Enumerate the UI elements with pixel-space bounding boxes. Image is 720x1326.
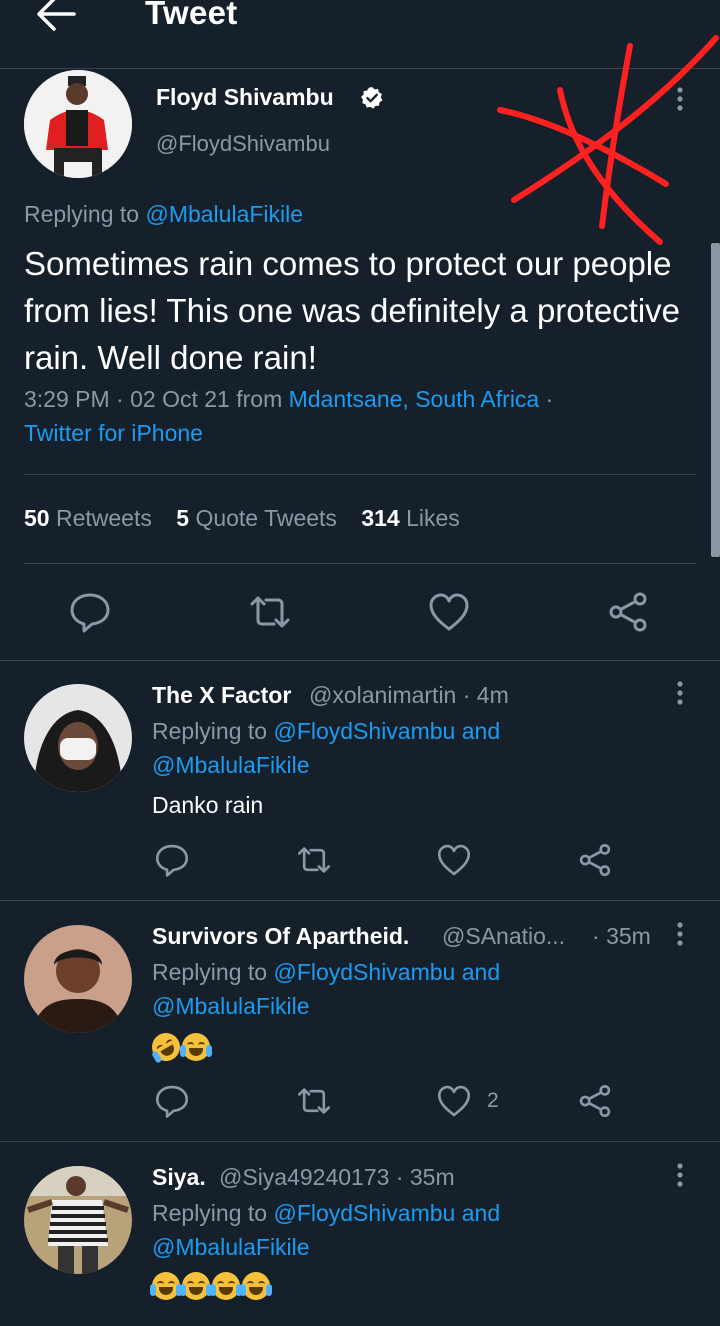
- retweet-icon[interactable]: [248, 590, 292, 634]
- likes-count: 314: [361, 505, 400, 531]
- replying-prefix: Replying to: [152, 959, 268, 985]
- header-divider: [0, 68, 720, 69]
- quotes-count: 5: [176, 505, 190, 531]
- reply-time: 35m: [606, 923, 651, 949]
- tears-of-joy-emoji: [180, 1033, 212, 1061]
- replying-to-link[interactable]: @MbalulaFikile: [152, 752, 310, 778]
- reply-avatar[interactable]: [24, 1166, 132, 1274]
- reply-handle-time: @Siya49240173 · 35m: [219, 1164, 455, 1190]
- more-options-icon[interactable]: [675, 86, 685, 112]
- reply-replying-to: Replying to @FloydShivambu and @MbalulaF…: [152, 1196, 572, 1264]
- retweets-count: 50: [24, 505, 50, 531]
- reply-time-wrap: · 35m: [592, 923, 651, 949]
- retweets-label: Retweets: [55, 505, 152, 531]
- location-link[interactable]: Mdantsane, South Africa: [289, 386, 540, 412]
- reply-time: 4m: [476, 682, 509, 708]
- replying-to-link[interactable]: @MbalulaFikile: [152, 1234, 310, 1260]
- page-title: Tweet: [145, 0, 238, 31]
- quotes-stat[interactable]: 5 Quote Tweets: [176, 505, 337, 531]
- tweet-date: 02 Oct 21: [130, 386, 230, 412]
- more-options-icon[interactable]: [675, 1162, 685, 1188]
- replying-to-link[interactable]: @MbalulaFikile: [145, 201, 303, 227]
- back-arrow-icon: [37, 0, 76, 31]
- reply-replying-to: Replying to @FloydShivambu and @MbalulaF…: [152, 955, 572, 1023]
- like-icon[interactable]: [436, 1083, 472, 1119]
- tears-of-joy-emoji: [240, 1272, 272, 1300]
- red-x-annotation: [497, 35, 719, 245]
- reply-handle[interactable]: @xolanimartin: [309, 682, 456, 708]
- replying-prefix: Replying to: [152, 718, 268, 744]
- like-icon[interactable]: [427, 590, 471, 634]
- tweet-text: Sometimes rain comes to protect our peop…: [24, 245, 681, 376]
- more-options-icon[interactable]: [675, 680, 685, 706]
- share-icon[interactable]: [577, 842, 613, 878]
- main-tweet-divider: [0, 660, 720, 661]
- replying-prefix: Replying to: [24, 201, 140, 227]
- reply-time: 35m: [409, 1164, 455, 1190]
- replying-and: and: [461, 718, 501, 744]
- reply-text: [146, 1027, 212, 1067]
- reply-icon[interactable]: [154, 1083, 190, 1119]
- share-icon[interactable]: [606, 590, 650, 634]
- like-icon[interactable]: [436, 842, 472, 878]
- reply-text: Danko rain: [152, 792, 264, 818]
- replying-to-line: Replying to @MbalulaFikile: [24, 201, 303, 228]
- retweets-stat[interactable]: 50 Retweets: [24, 505, 152, 531]
- reply-author-name[interactable]: The X Factor: [152, 682, 291, 709]
- reply-like-count: 2: [487, 1089, 499, 1112]
- reply-avatar[interactable]: [24, 925, 132, 1033]
- stats-divider-top: [24, 474, 696, 475]
- replying-prefix: Replying to: [152, 1200, 268, 1226]
- reply-replying-to: Replying to @FloydShivambu and @MbalulaF…: [152, 714, 572, 782]
- tweet-stats: 50 Retweets 5 Quote Tweets 314 Likes: [24, 505, 460, 532]
- scrollbar[interactable]: [711, 243, 720, 557]
- reply-handle[interactable]: @SAnatio...: [442, 923, 565, 950]
- reply-text: [150, 1272, 272, 1305]
- author-avatar[interactable]: [24, 70, 132, 178]
- replying-to-link[interactable]: @FloydShivambu: [273, 718, 455, 744]
- retweet-icon[interactable]: [296, 1083, 332, 1119]
- author-photo: [24, 70, 132, 178]
- author-handle[interactable]: @FloydShivambu: [156, 131, 330, 157]
- likes-label: Likes: [406, 505, 460, 531]
- tears-of-joy-emoji: [150, 1272, 182, 1300]
- tears-of-joy-emoji: [210, 1272, 242, 1300]
- tweet-time: 3:29 PM: [24, 386, 110, 412]
- replying-to-link[interactable]: @MbalulaFikile: [152, 993, 310, 1019]
- author-name[interactable]: Floyd Shivambu: [156, 84, 334, 111]
- replying-to-link[interactable]: @FloydShivambu: [273, 959, 455, 985]
- share-icon[interactable]: [577, 1083, 613, 1119]
- stats-divider-bottom: [24, 563, 696, 564]
- reply-icon[interactable]: [154, 842, 190, 878]
- back-button[interactable]: [34, 0, 78, 34]
- tweet-meta: 3:29 PM · 02 Oct 21 from Mdantsane, Sout…: [24, 386, 554, 412]
- reply-icon[interactable]: [68, 590, 112, 634]
- reply-avatar[interactable]: [24, 684, 132, 792]
- reply-handle-time: @xolanimartin · 4m: [309, 682, 509, 708]
- reply-author-name[interactable]: Siya.: [152, 1164, 206, 1191]
- replying-and: and: [461, 959, 501, 985]
- source-link[interactable]: Twitter for iPhone: [24, 420, 203, 447]
- more-options-icon[interactable]: [675, 921, 685, 947]
- retweet-icon[interactable]: [296, 842, 332, 878]
- replying-to-link[interactable]: @FloydShivambu: [273, 1200, 455, 1226]
- reply-author-name[interactable]: Survivors Of Apartheid.: [152, 923, 409, 950]
- reply-divider: [0, 900, 720, 901]
- verified-badge-icon: [360, 86, 384, 110]
- reply-handle[interactable]: @Siya49240173: [219, 1164, 389, 1190]
- replying-and: and: [461, 1200, 501, 1226]
- reply-divider: [0, 1141, 720, 1142]
- quotes-label: Quote Tweets: [195, 505, 337, 531]
- tears-of-joy-emoji: [180, 1272, 212, 1300]
- from-word: from: [236, 386, 283, 412]
- likes-stat[interactable]: 314 Likes: [361, 505, 459, 531]
